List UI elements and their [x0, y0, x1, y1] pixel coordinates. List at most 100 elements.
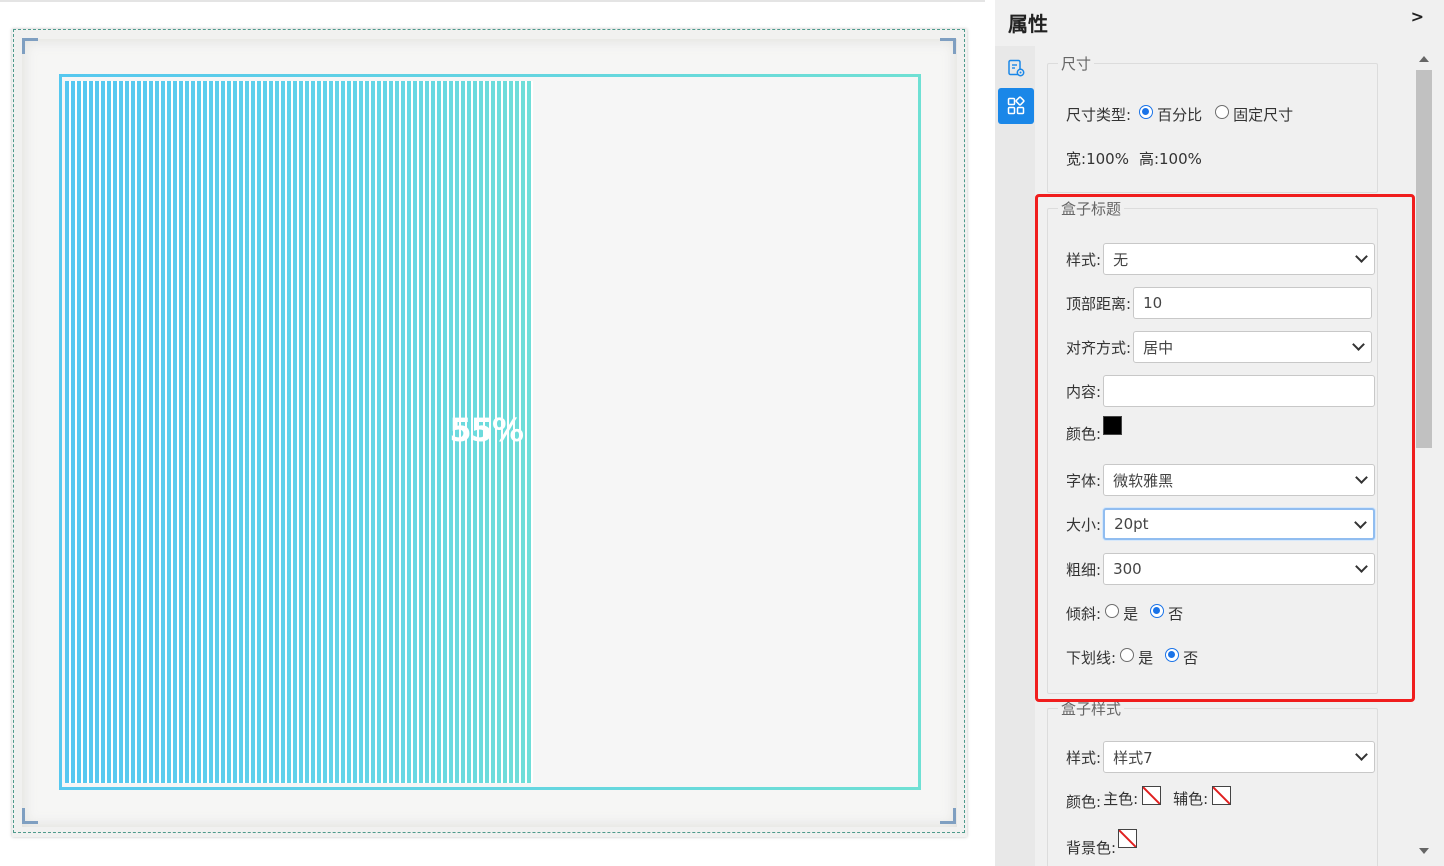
height-value: 100%	[1159, 149, 1202, 168]
scroll-up-arrow-icon[interactable]	[1419, 56, 1429, 62]
title-style-value: 无	[1113, 250, 1129, 269]
corner-handle-bottom-left[interactable]	[22, 808, 38, 824]
title-style-label: 样式:	[1066, 250, 1102, 269]
components-icon	[1007, 96, 1025, 115]
italic-yes-radio[interactable]	[1105, 603, 1120, 618]
italic-yes-label: 是	[1123, 605, 1139, 623]
underline-yes-radio[interactable]	[1120, 647, 1135, 662]
title-style-row: 样式: 无	[1066, 243, 1376, 275]
bg-color-label: 背景色:	[1066, 839, 1117, 857]
size-type-fixed-label: 固定尺寸	[1233, 106, 1294, 124]
title-top-label: 顶部距离:	[1066, 294, 1132, 313]
title-size-select[interactable]: 20pt	[1103, 508, 1376, 540]
progress-bar-frame: 55%	[59, 74, 921, 790]
title-align-select[interactable]: 居中	[1133, 331, 1373, 363]
size-type-fixed-radio[interactable]	[1215, 104, 1230, 119]
title-align-row: 对齐方式: 居中	[1066, 331, 1373, 363]
chevron-down-icon	[1354, 516, 1367, 529]
width-label: 宽:	[1066, 150, 1087, 168]
title-weight-row: 粗细: 300	[1066, 553, 1376, 585]
corner-handle-bottom-right[interactable]	[940, 808, 956, 824]
underline-no-radio[interactable]	[1165, 647, 1180, 662]
box-title-section: 盒子标题 样式: 无 顶部距离: 10 对齐方式: 居中 内容: 颜色: 字体:…	[1047, 198, 1378, 694]
width-value: 100%	[1086, 149, 1129, 168]
size-type-label: 尺寸类型:	[1066, 106, 1132, 124]
panel-title: 属性	[1008, 12, 1048, 36]
title-underline-label: 下划线:	[1066, 649, 1117, 667]
title-style-select[interactable]: 无	[1103, 243, 1376, 275]
title-top-input[interactable]: 10	[1133, 287, 1373, 319]
canvas-top-border	[0, 0, 985, 2]
title-size-value: 20pt	[1114, 515, 1149, 533]
scroll-down-arrow-icon[interactable]	[1419, 848, 1429, 854]
title-size-label: 大小:	[1066, 515, 1102, 534]
chevron-down-icon	[1355, 560, 1368, 573]
size-type-percent-radio[interactable]	[1139, 104, 1154, 119]
box-style-label: 样式:	[1066, 748, 1102, 767]
scrollbar-thumb[interactable]	[1416, 70, 1432, 448]
title-color-row: 颜色:	[1066, 416, 1123, 444]
title-weight-label: 粗细:	[1066, 560, 1102, 579]
title-top-row: 顶部距离: 10	[1066, 287, 1373, 319]
chevron-down-icon	[1355, 471, 1368, 484]
title-content-input[interactable]	[1103, 375, 1376, 407]
italic-no-radio[interactable]	[1150, 603, 1165, 618]
settings-document-icon	[1008, 59, 1025, 77]
size-type-row: 尺寸类型: 百分比 固定尺寸	[1066, 104, 1293, 125]
chevron-down-icon	[1352, 338, 1365, 351]
title-content-row: 内容:	[1066, 375, 1376, 407]
box-style-section-legend: 盒子样式	[1061, 700, 1122, 718]
title-font-label: 字体:	[1066, 471, 1102, 490]
underline-yes-label: 是	[1138, 649, 1154, 667]
title-underline-row: 下划线: 是 否	[1066, 647, 1198, 668]
title-font-value: 微软雅黑	[1113, 471, 1174, 490]
main-color-label: 主色:	[1103, 790, 1139, 808]
size-section-legend: 尺寸	[1061, 55, 1092, 73]
collapse-panel-button[interactable]: >	[1411, 7, 1424, 26]
progress-widget[interactable]: 55%	[12, 29, 967, 837]
title-italic-label: 倾斜:	[1066, 605, 1102, 623]
panel-scrollbar[interactable]	[1412, 50, 1436, 862]
box-title-section-legend: 盒子标题	[1061, 200, 1122, 218]
progress-percent-label: 55%	[449, 411, 524, 449]
chevron-down-icon	[1355, 250, 1368, 263]
title-color-label: 颜色:	[1066, 425, 1102, 443]
bg-color-swatch[interactable]	[1118, 829, 1138, 848]
main-color-swatch[interactable]	[1142, 786, 1162, 805]
corner-handle-top-left[interactable]	[22, 38, 38, 54]
title-align-label: 对齐方式:	[1066, 338, 1132, 357]
panel-tab-rail	[995, 46, 1035, 866]
aux-color-swatch[interactable]	[1212, 786, 1232, 805]
italic-no-label: 否	[1168, 605, 1184, 623]
title-align-value: 居中	[1143, 338, 1174, 357]
box-style-row: 样式: 样式7	[1066, 741, 1376, 773]
title-top-value: 10	[1143, 294, 1163, 312]
title-weight-value: 300	[1113, 560, 1142, 578]
canvas-area: 55%	[0, 0, 985, 866]
title-italic-row: 倾斜: 是 否	[1066, 603, 1183, 624]
size-dimensions-row: 宽: 100% 高: 100%	[1066, 148, 1202, 169]
property-panel: 属性 > 尺寸 尺寸类型: 百分比 固定尺寸 宽: 100% 高: 100% 盒…	[995, 0, 1444, 866]
aux-color-label: 辅色:	[1173, 790, 1209, 808]
tab-components[interactable]	[998, 88, 1034, 124]
size-type-percent-label: 百分比	[1157, 106, 1203, 124]
title-color-swatch[interactable]	[1103, 416, 1123, 435]
box-style-select[interactable]: 样式7	[1103, 741, 1376, 773]
chevron-down-icon	[1355, 748, 1368, 761]
properties-scroll-area[interactable]: 尺寸 尺寸类型: 百分比 固定尺寸 宽: 100% 高: 100% 盒子标题 样…	[1035, 46, 1412, 866]
title-size-row: 大小: 20pt	[1066, 508, 1376, 540]
box-style-value: 样式7	[1113, 748, 1153, 767]
size-section: 尺寸 尺寸类型: 百分比 固定尺寸 宽: 100% 高: 100%	[1047, 53, 1378, 193]
box-bg-color-row: 背景色:	[1066, 829, 1138, 858]
box-color-label: 颜色:	[1066, 793, 1102, 811]
corner-handle-top-right[interactable]	[940, 38, 956, 54]
height-label: 高:	[1138, 150, 1160, 168]
tab-properties[interactable]	[998, 50, 1034, 86]
title-font-select[interactable]: 微软雅黑	[1103, 464, 1376, 496]
underline-no-label: 否	[1183, 649, 1199, 667]
title-font-row: 字体: 微软雅黑	[1066, 464, 1376, 496]
box-style-section: 盒子样式 样式: 样式7 颜色: 主色: 辅色: 背景色:	[1047, 698, 1378, 866]
box-color-row: 颜色: 主色: 辅色:	[1066, 786, 1232, 812]
title-weight-select[interactable]: 300	[1103, 553, 1376, 585]
title-content-label: 内容:	[1066, 382, 1102, 401]
